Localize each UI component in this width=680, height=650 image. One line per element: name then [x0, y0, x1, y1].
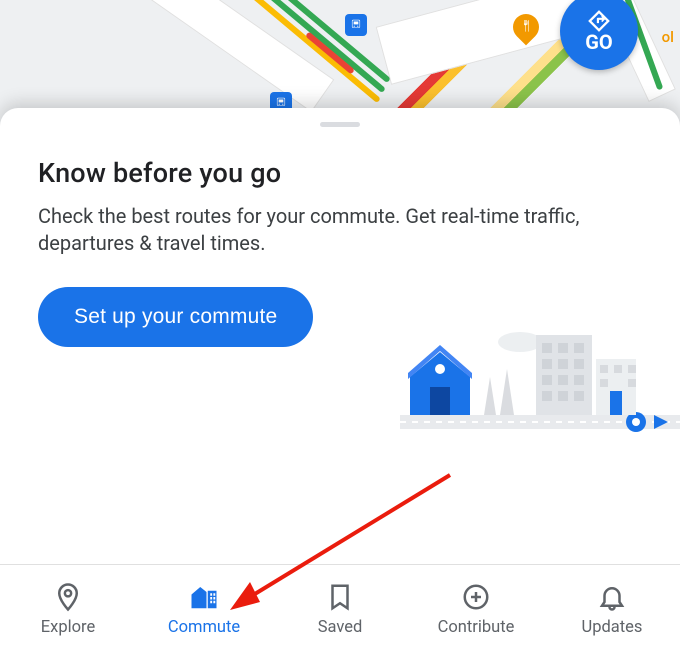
sheet-grabber[interactable]	[320, 122, 360, 127]
card-description: Check the best routes for your commute. …	[38, 203, 638, 257]
nav-commute[interactable]: Commute	[136, 582, 272, 637]
bell-icon	[597, 582, 627, 612]
card-title: Know before you go	[38, 157, 642, 189]
nav-updates[interactable]: Updates	[544, 582, 680, 637]
nav-contribute[interactable]: Contribute	[408, 582, 544, 637]
nav-label: Explore	[41, 618, 95, 637]
commute-sheet: Know before you go Check the best routes…	[0, 108, 680, 650]
bottom-nav: Explore Commute Saved Contribute Updates	[0, 564, 680, 650]
commute-icon	[189, 582, 219, 612]
setup-commute-button[interactable]: Set up your commute	[38, 287, 313, 347]
bookmark-icon	[325, 582, 355, 612]
nav-label: Commute	[168, 618, 240, 637]
go-button-label: GO	[585, 30, 612, 54]
nav-label: Contribute	[438, 618, 515, 637]
commute-illustration	[400, 307, 680, 437]
map-label: ol	[662, 28, 674, 46]
go-button[interactable]: GO	[560, 0, 638, 70]
nav-explore[interactable]: Explore	[0, 582, 136, 637]
pin-icon	[53, 582, 83, 612]
transit-stop-icon[interactable]	[345, 14, 367, 36]
nav-label: Updates	[582, 618, 643, 637]
plus-circle-icon	[461, 582, 491, 612]
nav-label: Saved	[318, 618, 363, 637]
nav-saved[interactable]: Saved	[272, 582, 408, 637]
